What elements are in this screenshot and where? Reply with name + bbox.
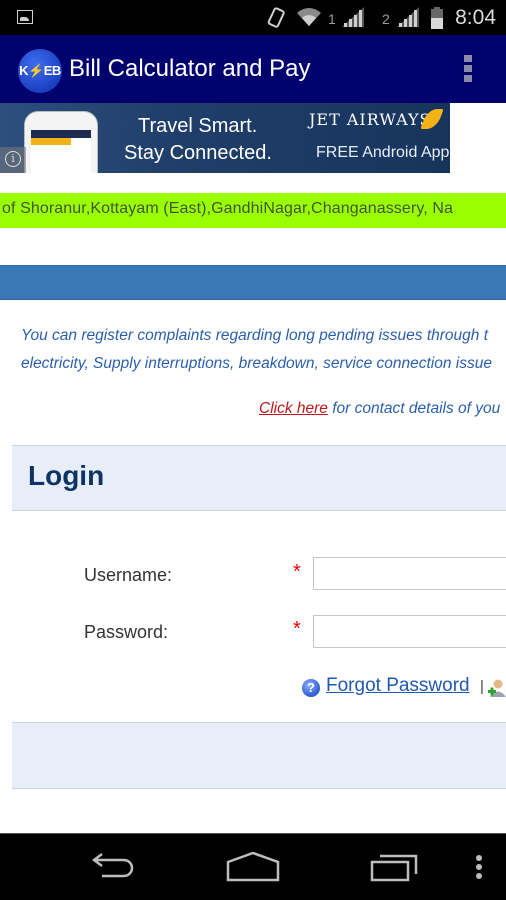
username-input[interactable] xyxy=(313,557,506,590)
back-icon[interactable] xyxy=(88,852,136,882)
status-bar: 1 2 8:04 xyxy=(0,0,506,35)
home-icon[interactable] xyxy=(226,852,280,882)
gallery-notification-icon xyxy=(17,10,33,24)
ticker-text: of Shoranur,Kottayam (East),GandhiNagar,… xyxy=(2,200,453,217)
notice-line-1: You can register complaints regarding lo… xyxy=(21,327,489,344)
forgot-password-link[interactable]: Forgot Password xyxy=(326,675,470,697)
kseb-logo: K⚡EB xyxy=(18,49,62,93)
ad-info-button[interactable]: i xyxy=(0,147,26,173)
battery-icon xyxy=(431,7,443,29)
ad-brand: JET AIRWAYS xyxy=(309,110,432,129)
menu-dots-icon[interactable] xyxy=(474,852,484,882)
sim1-label: 1 xyxy=(328,11,336,27)
vibrate-icon xyxy=(267,7,285,28)
password-required-marker: * xyxy=(293,618,301,640)
login-header: Login xyxy=(12,445,506,511)
recent-apps-icon[interactable] xyxy=(370,852,420,882)
password-label: Password: xyxy=(84,622,169,642)
username-label: Username: xyxy=(84,565,173,585)
sim2-label: 2 xyxy=(382,11,390,27)
overflow-menu-icon[interactable] xyxy=(464,55,472,85)
signal-icon xyxy=(342,7,364,27)
system-nav-bar xyxy=(0,833,506,900)
blue-menu-bar xyxy=(0,265,506,300)
ad-headline-1: Travel Smart. xyxy=(138,115,258,137)
wifi-icon xyxy=(297,8,321,26)
app-bar: K⚡EB Bill Calculator and Pay xyxy=(0,35,506,103)
username-required-marker: * xyxy=(293,561,301,583)
ad-banner[interactable]: i Travel Smart. Stay Connected. JET AIRW… xyxy=(0,103,450,173)
notice-line-2: electricity, Supply interruptions, break… xyxy=(21,355,492,372)
phone-illustration xyxy=(24,111,98,173)
register-user-icon[interactable] xyxy=(488,678,506,698)
signal-icon xyxy=(397,7,419,27)
login-footer-panel xyxy=(12,722,506,789)
ad-cta: FREE Android App xyxy=(316,144,450,161)
password-input[interactable] xyxy=(313,615,506,648)
login-heading: Login xyxy=(28,460,105,491)
app-title: Bill Calculator and Pay xyxy=(69,55,311,82)
ad-headline-2: Stay Connected. xyxy=(124,142,272,164)
link-separator: | xyxy=(480,678,484,695)
contact-suffix: for contact details of you xyxy=(327,400,501,417)
contact-line: Click here for contact details of you xyxy=(259,400,500,418)
help-icon: ? xyxy=(302,679,320,697)
info-icon: i xyxy=(5,151,21,167)
click-here-link[interactable]: Click here xyxy=(259,400,328,417)
marquee-ticker: of Shoranur,Kottayam (East),GandhiNagar,… xyxy=(0,193,506,228)
clock: 8:04 xyxy=(455,6,496,29)
